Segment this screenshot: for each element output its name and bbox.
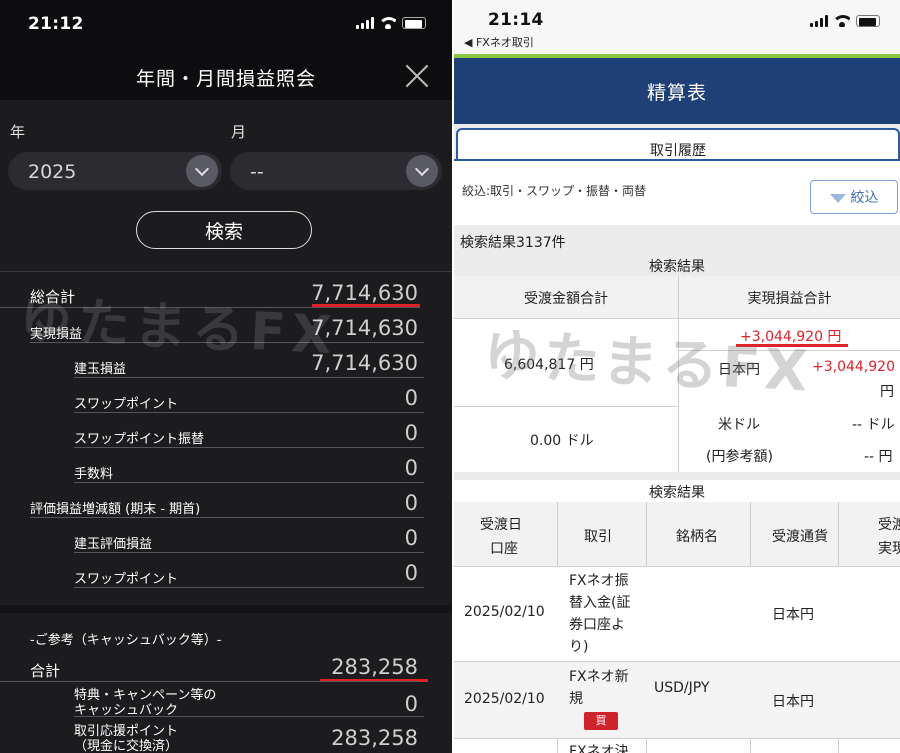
summary-section-title: 検索結果 [454,254,900,276]
month-select-value: -- [250,161,264,183]
row-value-fee: 0 [404,456,418,480]
row-divider [74,552,424,553]
year-select[interactable]: 2025 [8,152,222,190]
pl-usd-value: -- ドル [852,417,895,433]
row-divider [74,482,424,483]
col-header-realized: 実現 [878,541,900,557]
row-trade-line: FXネオ振 [569,573,629,589]
row-divider [30,517,424,518]
col-header-trade: 取引 [584,529,612,545]
pl-ref-value: -- 円 [864,449,893,465]
year-select-value: 2025 [28,161,77,183]
row-label-position-valuation: 建玉評価損益 [74,537,153,552]
chevron-down-icon[interactable] [186,155,218,187]
status-time: 21:12 [28,14,84,34]
col-header-symbol: 銘柄名 [676,529,718,545]
filter-text: 絞込:取引・スワップ・振替・両替 [462,184,647,198]
status-icons [356,17,426,29]
row-currency: 日本円 [772,607,814,623]
buy-badge: 買 [584,712,618,730]
ref-row-value-points: 283,258 [331,726,418,750]
amount-total-usd: 0.00 ドル [530,433,594,449]
row-label-valuation-change: 評価損益増減額 (期末 - 期首) [30,502,201,517]
col-header-account: 口座 [490,541,518,557]
wifi-icon [834,15,850,27]
close-icon[interactable] [404,64,428,88]
row-label-swap-transfer: スワップポイント振替 [74,432,205,447]
filter-button[interactable]: 絞込 [810,180,898,214]
chevron-down-icon[interactable] [406,155,438,187]
pl-usd-label: 米ドル [718,417,760,433]
section-separator [0,605,452,613]
status-bar: 21:14 ◀ FXネオ取引 [454,0,900,58]
page-title: 年間・月間損益照会 [135,68,316,90]
row-divider [74,716,424,717]
nav-bar: 年間・月間損益照会 [0,50,452,100]
row-label-swap: スワップポイント [74,397,179,412]
ref-row-value-total: 283,258 [331,655,418,679]
row-label-position-pl: 建玉損益 [74,362,127,377]
row-date: 2025/02/10 [464,604,545,620]
filter-button-label: 絞込 [850,190,879,206]
col-header-currency: 受渡通貨 [772,529,828,545]
tab-trade-history[interactable]: 取引履歴 [456,128,900,161]
row-trade-line: 規 [569,691,583,707]
col-header-date: 受渡日 [480,517,522,533]
page-title: 精算表 [646,82,707,104]
row-label-swap-valuation: スワップポイント [74,572,179,587]
grid-line [454,406,678,407]
row-divider [74,447,424,448]
ref-row-label-total: 合計 [30,662,61,680]
row-trade-line: FXネオ新 [569,669,629,685]
row-value-swap-valuation: 0 [404,561,418,585]
signal-icon [356,17,374,29]
month-select[interactable]: -- [230,152,442,190]
row-trade-line: 替入金(証 [569,595,631,611]
month-label: 月 [231,123,247,141]
battery-icon [402,17,426,29]
battery-icon [856,15,880,27]
row-value-valuation-change: 0 [404,491,418,515]
wifi-icon [380,17,396,29]
header-bar: 精算表 [454,58,900,124]
result-count: 検索結果3137件 [460,235,566,251]
row-value-position-valuation: 0 [404,526,418,550]
col-header-settle: 受渡 [878,517,900,533]
ref-row-label-points-2: （現金に交換済） [74,739,179,753]
ref-row-value-cashback: 0 [404,692,418,716]
reference-header: -ご参考（キャッシュバック等）- [30,633,222,648]
divider [0,271,452,272]
back-link[interactable]: ◀ FXネオ取引 [464,34,534,50]
grid-line [454,738,900,739]
row-divider [74,412,424,413]
pl-ref-label: (円参考額) [706,449,773,465]
search-button[interactable]: 検索 [136,211,312,249]
signal-icon [810,15,828,27]
row-trade-line: り) [569,639,589,655]
row-label-fee: 手数料 [74,467,114,482]
status-bar: 21:12 [0,0,452,50]
funnel-icon [829,193,846,203]
year-label: 年 [10,123,26,141]
row-trade-line: 券口座よ [569,617,625,633]
status-icons [810,15,880,27]
row-divider [0,681,420,682]
row-currency: 日本円 [772,694,814,710]
row-trade-line: FXネオ決 [569,744,629,753]
row-symbol: USD/JPY [654,680,710,696]
row-divider [74,587,424,588]
row-value-swap-transfer: 0 [404,421,418,445]
row-date: 2025/02/10 [464,691,545,707]
left-screen: 21:12 年間・月間損益照会 年 月 2025 -- 検索 総合計 7,714… [0,0,452,753]
status-time: 21:14 [488,10,544,30]
row-value-swap: 0 [404,386,418,410]
row-divider [74,377,424,378]
col-header-pl-total: 実現損益合計 [679,276,900,318]
detail-section-title: 検索結果 [454,480,900,502]
